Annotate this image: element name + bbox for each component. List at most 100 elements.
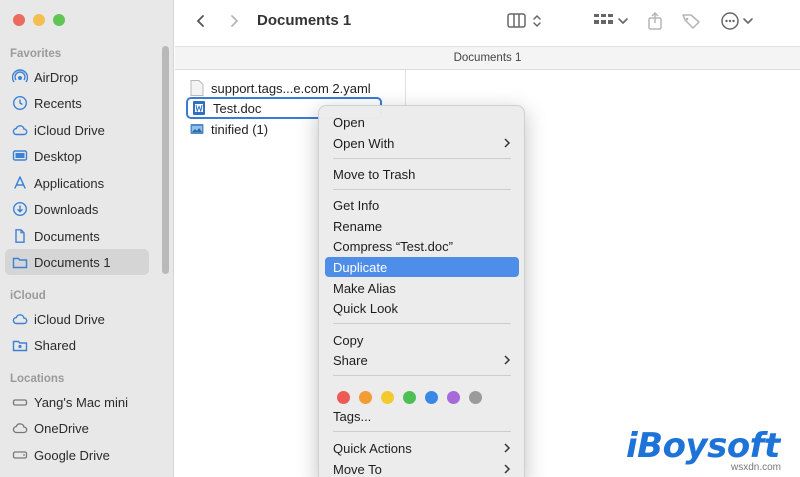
column-view-icon — [507, 13, 541, 28]
menu-separator — [333, 431, 511, 432]
tag-color-red[interactable] — [337, 391, 350, 404]
ellipsis-circle-icon — [721, 12, 753, 30]
menu-item-copy[interactable]: Copy — [325, 330, 519, 350]
sidebar-item-icloud-drive-2[interactable]: iCloud Drive — [5, 306, 149, 332]
menu-item-label: Move to Trash — [333, 166, 416, 182]
menu-item-label: Share — [333, 352, 368, 368]
sidebar-item-shared[interactable]: Shared — [5, 332, 149, 358]
tag-color-green[interactable] — [403, 391, 416, 404]
menu-item-open-with[interactable]: Open With — [325, 133, 519, 153]
tag-icon — [682, 14, 700, 29]
chevron-right-icon — [504, 138, 511, 148]
sidebar-item-label: AirDrop — [34, 69, 79, 85]
document-icon — [12, 228, 28, 244]
back-button[interactable] — [191, 11, 211, 31]
sidebar-item-icloud-drive[interactable]: iCloud Drive — [5, 117, 149, 143]
tag-color-gray[interactable] — [469, 391, 482, 404]
sidebar-item-mac-mini[interactable]: Yang's Mac mini — [5, 389, 149, 415]
menu-item-label: Move To — [333, 461, 382, 477]
sidebar-item-label: Applications — [34, 175, 105, 191]
menu-separator — [333, 375, 511, 376]
menu-item-share[interactable]: Share — [325, 350, 519, 370]
forward-button[interactable] — [224, 11, 244, 31]
sidebar-scrollbar[interactable] — [162, 46, 169, 274]
sidebar-item-label: iCloud Drive — [34, 311, 105, 327]
menu-separator — [333, 158, 511, 159]
chevron-right-icon — [504, 464, 511, 474]
tag-color-purple[interactable] — [447, 391, 460, 404]
menu-item-compress[interactable]: Compress “Test.doc” — [325, 236, 519, 256]
toolbar: Documents 1 — [175, 0, 800, 46]
tag-button[interactable] — [680, 10, 702, 32]
menu-item-quick-actions[interactable]: Quick Actions — [325, 438, 519, 458]
sidebar-section-favorites: Favorites — [10, 48, 62, 60]
window-title: Documents 1 — [257, 12, 352, 29]
sidebar-item-label: iCloud Drive — [34, 122, 105, 138]
desktop-icon — [12, 148, 28, 164]
image-folder-icon — [190, 121, 204, 137]
close-window-button[interactable] — [13, 14, 25, 26]
file-name: tinified (1) — [211, 121, 269, 137]
more-actions-button[interactable] — [720, 10, 756, 32]
sidebar-item-label: OneDrive — [34, 420, 89, 436]
zoom-window-button[interactable] — [53, 14, 65, 26]
menu-item-rename[interactable]: Rename — [325, 216, 519, 236]
menu-item-tags[interactable]: Tags... — [325, 406, 519, 426]
sidebar-item-google-drive[interactable]: Google Drive — [5, 442, 149, 468]
sidebar-item-downloads[interactable]: Downloads — [5, 196, 149, 222]
menu-item-label: Quick Actions — [333, 440, 412, 456]
menu-item-quick-look[interactable]: Quick Look — [325, 298, 519, 318]
menu-item-move-to[interactable]: Move To — [325, 459, 519, 477]
group-button[interactable] — [593, 10, 631, 32]
menu-item-make-alias[interactable]: Make Alias — [325, 278, 519, 298]
sidebar-item-label: Downloads — [34, 201, 99, 217]
sidebar-item-label: Yang's Mac mini — [34, 394, 128, 410]
menu-item-get-info[interactable]: Get Info — [325, 195, 519, 215]
computer-icon — [12, 394, 28, 410]
airdrop-icon — [12, 69, 28, 85]
tag-color-yellow[interactable] — [381, 391, 394, 404]
download-icon — [12, 201, 28, 217]
file-name: support.tags...e.com 2.yaml — [211, 80, 371, 96]
sidebar-item-applications[interactable]: Applications — [5, 170, 149, 196]
sidebar-item-documents[interactable]: Documents — [5, 223, 149, 249]
sidebar-section-icloud: iCloud — [10, 290, 46, 302]
sidebar-item-label: Shared — [34, 337, 76, 353]
sidebar-item-airdrop[interactable]: AirDrop — [5, 64, 149, 90]
menu-item-open[interactable]: Open — [325, 112, 519, 132]
sidebar-item-label: Google Drive — [34, 447, 110, 463]
menu-item-label: Open With — [333, 135, 395, 151]
file-item[interactable]: tinified (1) — [186, 119, 276, 139]
menu-item-label: Quick Look — [333, 300, 399, 316]
minimize-window-button[interactable] — [33, 14, 45, 26]
cloud-icon — [12, 311, 28, 327]
iboysoft-logo: iBoysoft — [626, 426, 780, 466]
word-doc-icon — [192, 100, 206, 116]
sidebar-item-label: Documents — [34, 228, 100, 244]
tag-color-blue[interactable] — [425, 391, 438, 404]
cloud-icon — [12, 420, 28, 436]
applications-icon — [12, 175, 28, 191]
column-header: Documents 1 — [175, 46, 800, 70]
sidebar-item-recents[interactable]: Recents — [5, 90, 149, 116]
menu-separator — [333, 189, 511, 190]
sidebar-item-documents-1[interactable]: Documents 1 — [5, 249, 149, 275]
tag-color-orange[interactable] — [359, 391, 372, 404]
chevron-right-icon — [504, 443, 511, 453]
file-item[interactable]: support.tags...e.com 2.yaml — [186, 78, 379, 98]
menu-item-duplicate[interactable]: Duplicate — [325, 257, 519, 277]
file-name: Test.doc — [213, 100, 262, 116]
share-button[interactable] — [645, 10, 665, 32]
menu-item-move-to-trash[interactable]: Move to Trash — [325, 164, 519, 184]
chevron-right-icon — [231, 15, 239, 27]
menu-separator — [333, 323, 511, 324]
sidebar-item-desktop[interactable]: Desktop — [5, 143, 149, 169]
view-mode-button[interactable] — [507, 10, 547, 32]
menu-item-label: Get Info — [333, 197, 380, 213]
menu-item-label: Open — [333, 114, 365, 130]
folder-icon — [12, 254, 28, 270]
yaml-file-icon — [190, 80, 204, 96]
menu-item-label: Compress “Test.doc” — [333, 238, 453, 254]
tag-color-row — [337, 391, 482, 404]
sidebar-item-onedrive[interactable]: OneDrive — [5, 415, 149, 441]
